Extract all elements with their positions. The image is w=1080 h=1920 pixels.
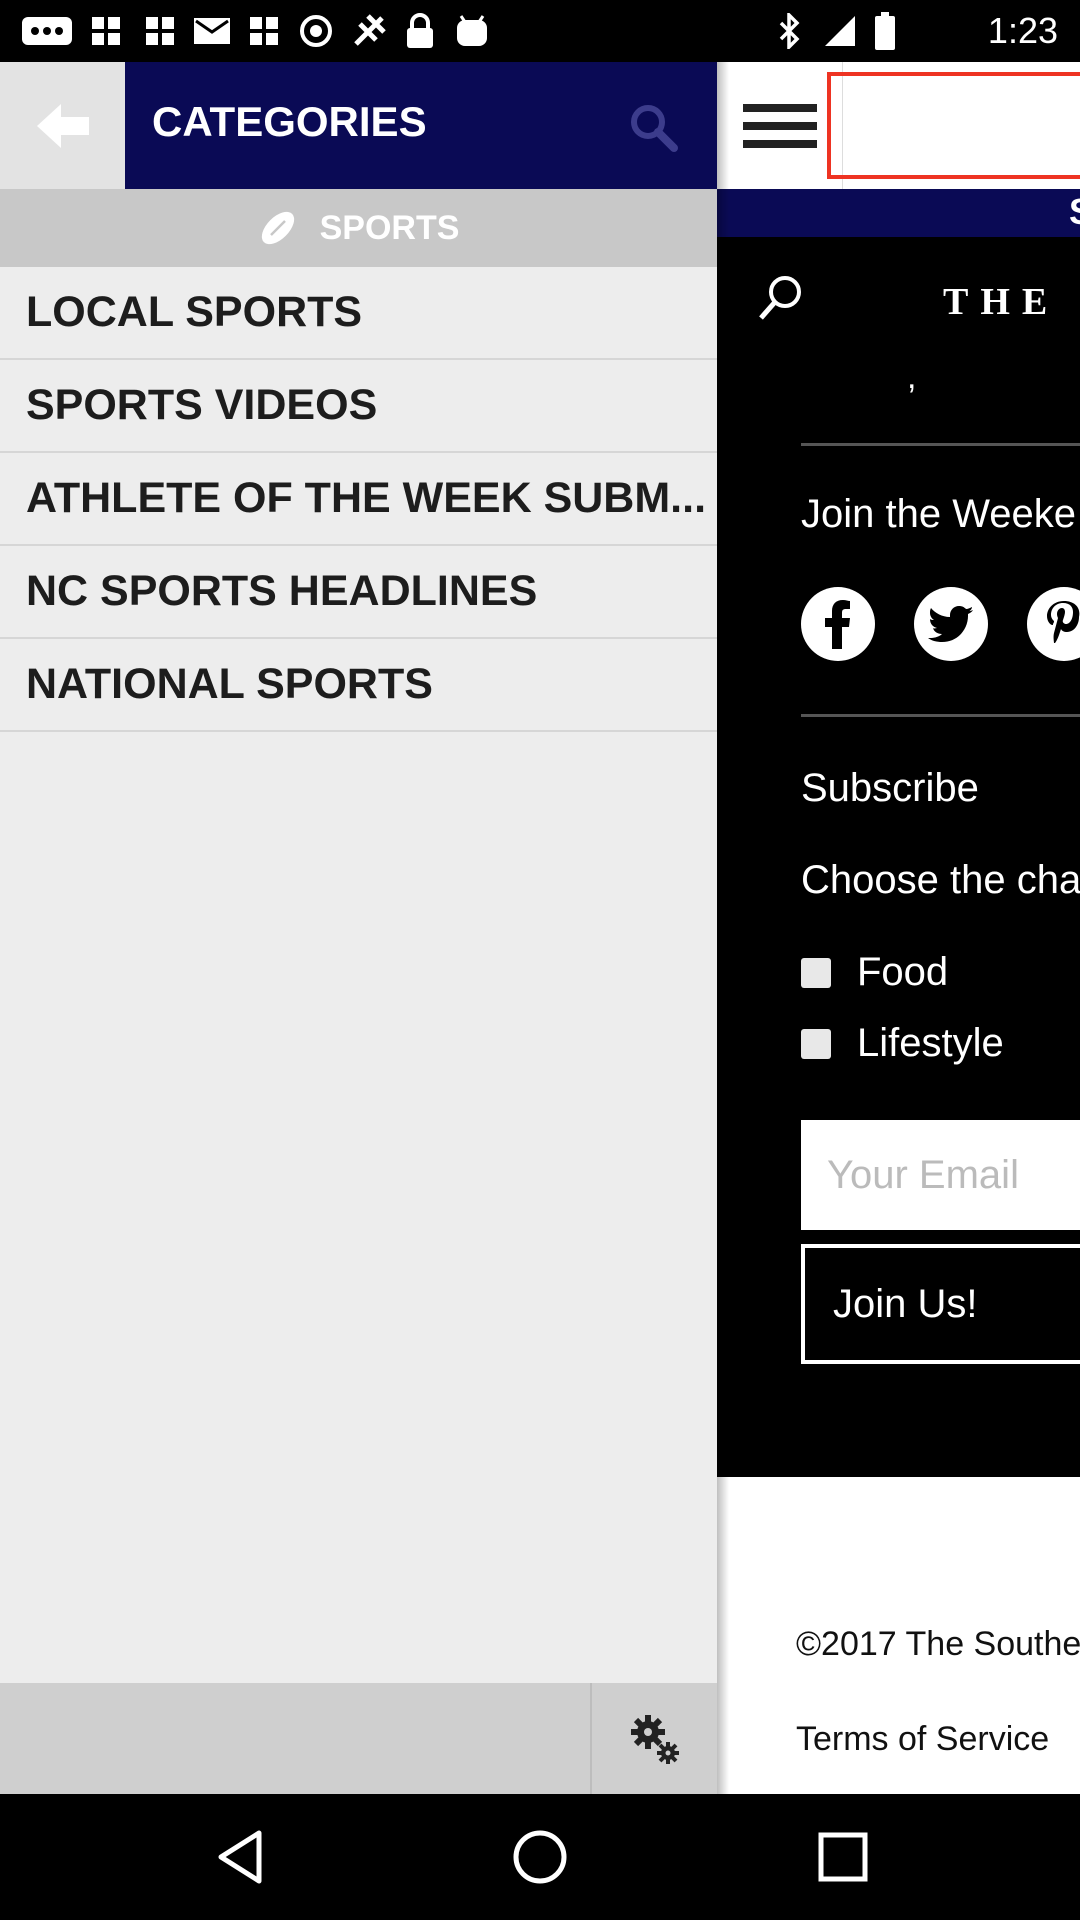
divider — [801, 443, 1080, 446]
category-nc-sports-headlines[interactable]: NC SPORTS HEADLINES — [0, 546, 717, 639]
recents-icon[interactable] — [808, 1822, 878, 1892]
back-button[interactable] — [0, 62, 125, 189]
brand-logo: THE S — [943, 281, 1080, 323]
page-band: S — [717, 189, 1080, 237]
option-lifestyle[interactable]: Lifestyle — [801, 1021, 1004, 1066]
drawer-title: CATEGORIES — [152, 98, 427, 145]
search-icon — [631, 105, 678, 152]
category-national-sports[interactable]: NATIONAL SPORTS — [0, 639, 717, 732]
brand-mark: , — [907, 358, 917, 396]
back-icon[interactable] — [205, 1822, 275, 1892]
lifestyle-checkbox[interactable] — [801, 1028, 831, 1059]
category-sports-videos[interactable]: SPORTS VIDEOS — [0, 360, 717, 453]
search-icon[interactable] — [755, 272, 805, 327]
category-list: LOCAL SPORTS SPORTS VIDEOS ATHLETE OF TH… — [0, 267, 717, 732]
mail-icon — [192, 12, 232, 50]
behind-page: S THE S , Join the Weeke Subscribe Choos… — [717, 62, 1080, 1794]
messages-icon — [20, 12, 74, 50]
copyright-text: ©2017 The Southe — [796, 1625, 1080, 1663]
circle-icon — [296, 12, 336, 50]
pinterest-icon[interactable] — [1027, 587, 1080, 661]
highlight-box — [827, 72, 1080, 179]
hamburger-icon — [742, 103, 817, 148]
subscribe-heading: Subscribe — [801, 766, 979, 810]
twitter-icon[interactable] — [914, 587, 988, 661]
fake-gps-icon — [346, 12, 392, 50]
settings-button[interactable] — [590, 1683, 717, 1794]
back-arrow-icon — [36, 103, 89, 148]
category-local-sports[interactable]: LOCAL SPORTS — [0, 267, 717, 360]
drawer-footer — [0, 1683, 717, 1794]
fan-icon — [244, 12, 284, 50]
battery-icon — [870, 12, 900, 50]
divider — [801, 714, 1080, 717]
drawer-search-button[interactable] — [620, 94, 686, 160]
categories-drawer: CATEGORIES SPORTS LOCAL SPORTS SPORTS VI… — [0, 62, 729, 1794]
facebook-icon[interactable] — [801, 587, 875, 661]
join-heading: Join the Weeke — [801, 492, 1076, 536]
option-food[interactable]: Food — [801, 950, 948, 995]
football-icon — [261, 211, 294, 245]
join-button[interactable]: Join Us! — [801, 1244, 1080, 1364]
terms-link[interactable]: Terms of Service — [796, 1720, 1049, 1759]
drawer-header: CATEGORIES — [0, 62, 717, 189]
home-icon[interactable] — [505, 1822, 575, 1892]
choose-text: Choose the cha — [801, 858, 1080, 902]
drawer-shadow — [717, 62, 729, 1794]
status-bar: 1:23 — [0, 0, 1080, 62]
android-icon — [452, 12, 492, 50]
menu-button[interactable] — [717, 62, 843, 189]
page-topbar — [717, 62, 1080, 189]
image-icon — [86, 12, 126, 50]
fan-icon — [140, 12, 180, 50]
clock: 1:23 — [987, 10, 1058, 51]
band-text: S — [1069, 191, 1080, 233]
section-header: SPORTS — [0, 189, 717, 267]
bluetooth-icon — [772, 12, 808, 50]
page-footer: ©2017 The Southe Terms of Service — [717, 1477, 1080, 1794]
food-checkbox[interactable] — [801, 957, 831, 988]
email-field[interactable] — [801, 1120, 1080, 1230]
gears-icon — [630, 1714, 679, 1764]
option-label: Food — [857, 950, 949, 994]
category-athlete-of-the-week[interactable]: ATHLETE OF THE WEEK SUBM... — [0, 453, 717, 546]
section-label: SPORTS — [319, 208, 460, 247]
option-label: Lifestyle — [857, 1021, 1004, 1065]
lock-icon — [402, 12, 438, 50]
signal-icon — [820, 12, 860, 50]
navigation-bar — [0, 1794, 1080, 1920]
